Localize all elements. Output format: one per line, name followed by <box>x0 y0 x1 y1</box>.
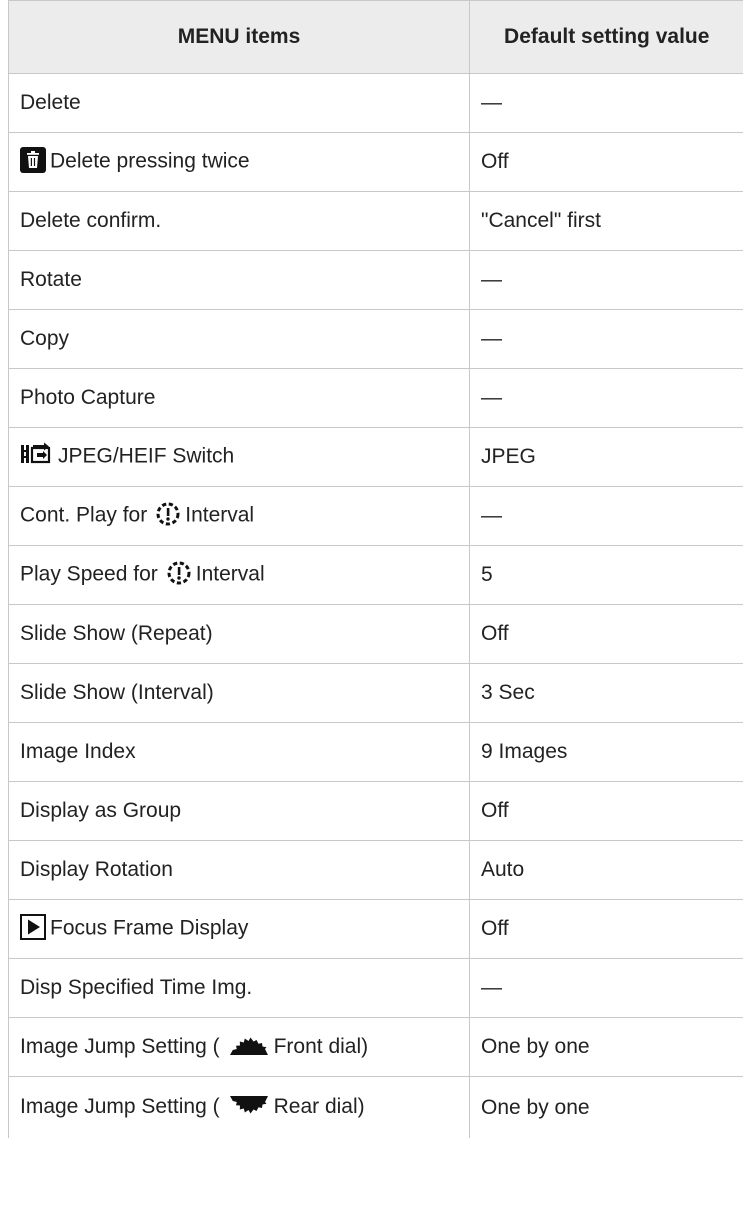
menu-item-cell: JPEG/HEIF Switch <box>8 427 470 487</box>
table-row: Slide Show (Interval) 3 Sec <box>8 663 743 723</box>
column-header-default-value: Default setting value <box>469 0 743 74</box>
table-row: Display Rotation Auto <box>8 840 743 900</box>
table-row: Image Index 9 Images <box>8 722 743 782</box>
default-value-cell: 5 <box>469 545 743 605</box>
menu-item-label: JPEG/HEIF Switch <box>58 444 235 468</box>
table-row: Image Jump Setting ( Rear dial) One by on… <box>8 1076 743 1138</box>
menu-item-label: Delete pressing twice <box>50 149 250 173</box>
default-value-cell: Off <box>469 132 743 192</box>
default-value-cell: Off <box>469 604 743 664</box>
menu-item-cell: Image Jump Setting ( Front dial) <box>8 1017 470 1077</box>
menu-item-label-before: Play Speed for <box>20 562 158 586</box>
menu-item-label: Slide Show (Repeat) <box>20 622 213 645</box>
default-value-cell: — <box>469 486 743 546</box>
menu-item-label: Focus Frame Display <box>50 916 249 940</box>
default-value-cell: — <box>469 309 743 369</box>
table-row: Disp Specified Time Img. — <box>8 958 743 1018</box>
menu-item-cell: Delete <box>8 73 470 133</box>
menu-item-cell: Slide Show (Interval) <box>8 663 470 723</box>
menu-item-label-after: Interval <box>185 503 255 527</box>
table-row: Image Jump Setting ( Front dial) One by o… <box>8 1017 743 1077</box>
default-value-cell: Off <box>469 899 743 959</box>
menu-item-cell: Image Index <box>8 722 470 782</box>
menu-item-label-after: Front dial) <box>273 1034 369 1058</box>
table-row: JPEG/HEIF Switch JPEG <box>8 427 743 487</box>
menu-item-cell: Delete pressing twice <box>8 132 470 192</box>
menu-item-label: Display Rotation <box>20 858 173 881</box>
default-value-cell: — <box>469 73 743 133</box>
trash-icon <box>20 147 46 173</box>
menu-item-label: Delete <box>20 91 81 114</box>
default-value-cell: — <box>469 250 743 310</box>
menu-item-label: Copy <box>20 327 70 350</box>
front-dial-icon <box>228 1033 270 1057</box>
menu-item-cell: Cont. Play for Interval <box>8 486 470 546</box>
default-value-cell: Off <box>469 781 743 841</box>
default-value-cell: 3 Sec <box>469 663 743 723</box>
table-row: Photo Capture — <box>8 368 743 428</box>
menu-item-label-before: Image Jump Setting ( <box>20 1034 220 1058</box>
default-value-cell: — <box>469 958 743 1018</box>
menu-item-cell: Slide Show (Repeat) <box>8 604 470 664</box>
table-row: Delete pressing twice Off <box>8 132 743 192</box>
menu-item-label: Rotate <box>20 268 82 291</box>
table-row: Delete — <box>8 73 743 133</box>
menu-item-label: Photo Capture <box>20 386 156 409</box>
menu-item-cell: Display Rotation <box>8 840 470 900</box>
table-row: Cont. Play for Interval — <box>8 486 743 546</box>
default-value-cell: "Cancel" first <box>469 191 743 251</box>
menu-item-cell: Focus Frame Display <box>8 899 470 959</box>
interval-icon <box>166 560 192 586</box>
default-value-cell: — <box>469 368 743 428</box>
table-row: Copy — <box>8 309 743 369</box>
settings-table: MENU items Default setting value Delete … <box>8 0 743 1138</box>
interval-icon <box>155 501 181 527</box>
menu-item-label-after: Rear dial) <box>273 1095 365 1119</box>
default-value-cell: Auto <box>469 840 743 900</box>
playback-icon <box>20 914 46 940</box>
table-row: Slide Show (Repeat) Off <box>8 604 743 664</box>
table-row: Delete confirm. "Cancel" first <box>8 191 743 251</box>
default-value-cell: 9 Images <box>469 722 743 782</box>
table-row: Play Speed for Interval 5 <box>8 545 743 605</box>
default-value-cell: One by one <box>469 1017 743 1077</box>
column-header-menu-items: MENU items <box>8 0 470 74</box>
table-row: Display as Group Off <box>8 781 743 841</box>
menu-item-cell: Play Speed for Interval <box>8 545 470 605</box>
menu-item-cell: Delete confirm. <box>8 191 470 251</box>
rear-dial-icon <box>228 1094 270 1118</box>
menu-item-cell: Copy <box>8 309 470 369</box>
menu-item-cell: Rotate <box>8 250 470 310</box>
menu-item-label-before: Image Jump Setting ( <box>20 1095 220 1119</box>
menu-item-label: Image Index <box>20 740 136 763</box>
menu-item-cell: Image Jump Setting ( Rear dial) <box>8 1076 470 1138</box>
menu-item-label: Disp Specified Time Img. <box>20 976 253 999</box>
table-row: Focus Frame Display Off <box>8 899 743 959</box>
default-value-cell: One by one <box>469 1076 743 1138</box>
format-switch-icon <box>20 442 54 468</box>
menu-item-label: Slide Show (Interval) <box>20 681 214 704</box>
table-row: Rotate — <box>8 250 743 310</box>
default-value-cell: JPEG <box>469 427 743 487</box>
menu-item-label-before: Cont. Play for <box>20 503 148 527</box>
menu-item-cell: Disp Specified Time Img. <box>8 958 470 1018</box>
menu-item-label: Delete confirm. <box>20 209 162 232</box>
table-header-row: MENU items Default setting value <box>8 0 743 74</box>
menu-item-label-after: Interval <box>195 562 265 586</box>
menu-item-cell: Display as Group <box>8 781 470 841</box>
menu-item-label: Display as Group <box>20 799 182 822</box>
menu-item-cell: Photo Capture <box>8 368 470 428</box>
